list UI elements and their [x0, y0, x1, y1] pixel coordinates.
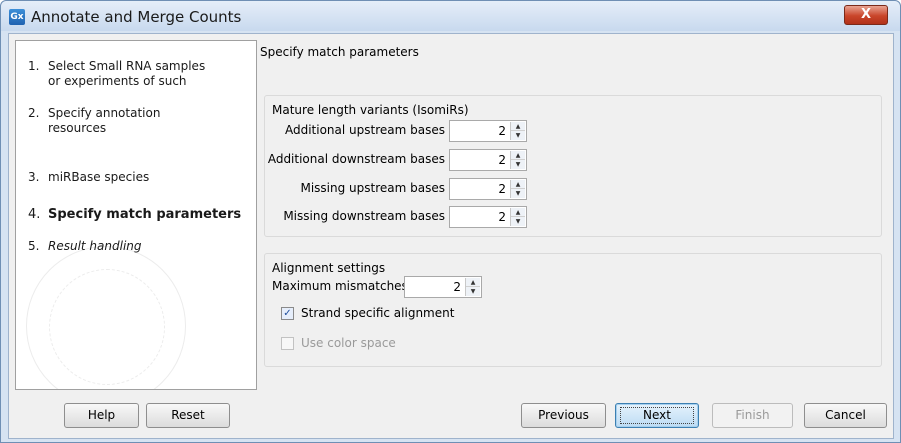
step-label: Result handling	[48, 239, 142, 253]
checkbox-label: Strand specific alignment	[301, 306, 455, 320]
finish-button[interactable]: Finish	[712, 403, 793, 428]
step-label: Specify annotation resources	[48, 106, 161, 135]
additional-upstream-row: Additional upstream bases	[265, 120, 445, 142]
spinner-value: 2	[453, 280, 461, 294]
title-bar[interactable]: Gx Annotate and Merge Counts X	[1, 1, 900, 31]
max-mismatches-row: Maximum mismatches	[272, 276, 408, 298]
field-label: Missing upstream bases	[300, 181, 445, 195]
window-title: Annotate and Merge Counts	[31, 8, 242, 26]
dialog-content: 1. Select Small RNA samples or experimen…	[8, 33, 894, 439]
close-button[interactable]: X	[844, 5, 888, 25]
missing-upstream-spinner[interactable]: 2 ▲ ▼	[449, 178, 527, 200]
strand-specific-option[interactable]: ✓ Strand specific alignment	[281, 305, 531, 323]
spinner-value: 2	[498, 210, 506, 224]
spinner-arrows: ▲ ▼	[465, 278, 480, 296]
missing-downstream-row: Missing downstream bases	[265, 206, 445, 228]
spinner-arrows: ▲ ▼	[510, 208, 525, 226]
spin-up-icon[interactable]: ▲	[511, 180, 525, 189]
group-title: Alignment settings	[272, 261, 386, 275]
page-title: Specify match parameters	[260, 45, 419, 59]
wizard-steps-panel: 1. Select Small RNA samples or experimen…	[15, 40, 257, 390]
step-label: miRBase species	[48, 170, 150, 184]
spin-down-icon[interactable]: ▼	[511, 160, 525, 169]
step-number: 2.	[28, 106, 40, 120]
max-mismatches-spinner[interactable]: 2 ▲ ▼	[404, 276, 482, 298]
spinner-value: 2	[498, 124, 506, 138]
spin-up-icon[interactable]: ▲	[511, 122, 525, 131]
next-button-label: Next	[643, 408, 671, 422]
previous-button[interactable]: Previous	[521, 403, 606, 428]
field-label: Additional upstream bases	[284, 123, 445, 137]
next-button[interactable]: Next	[615, 403, 699, 428]
spin-down-icon[interactable]: ▼	[511, 217, 525, 226]
step-label: Specify match parameters	[48, 207, 242, 222]
strand-specific-checkbox[interactable]: ✓	[281, 307, 294, 320]
missing-downstream-spinner[interactable]: 2 ▲ ▼	[449, 206, 527, 228]
watermark-graphic	[26, 246, 186, 389]
color-space-checkbox[interactable]	[281, 337, 294, 350]
spin-down-icon[interactable]: ▼	[511, 131, 525, 140]
spinner-arrows: ▲ ▼	[510, 180, 525, 198]
additional-downstream-row: Additional downstream bases	[265, 149, 445, 171]
additional-downstream-spinner[interactable]: 2 ▲ ▼	[449, 149, 527, 171]
checkbox-label: Use color space	[301, 336, 396, 350]
step-label: Select Small RNA samples or experiments …	[48, 59, 206, 88]
spinner-value: 2	[498, 153, 506, 167]
group-title: Mature length variants (IsomiRs)	[272, 103, 469, 117]
missing-upstream-row: Missing upstream bases	[265, 178, 445, 200]
reset-button[interactable]: Reset	[146, 403, 230, 428]
additional-upstream-spinner[interactable]: 2 ▲ ▼	[449, 120, 527, 142]
spinner-arrows: ▲ ▼	[510, 122, 525, 140]
parameters-panel: Specify match parameters Mature length v…	[260, 40, 890, 390]
spin-down-icon[interactable]: ▼	[466, 287, 480, 296]
dialog-window: Gx Annotate and Merge Counts X 1. Select…	[0, 0, 901, 443]
spin-up-icon[interactable]: ▲	[466, 278, 480, 287]
step-number: 3.	[28, 170, 40, 184]
color-space-option[interactable]: Use color space	[281, 335, 531, 353]
spin-up-icon[interactable]: ▲	[511, 151, 525, 160]
cancel-button[interactable]: Cancel	[804, 403, 887, 428]
spin-up-icon[interactable]: ▲	[511, 208, 525, 217]
mature-length-group: Mature length variants (IsomiRs) Additio…	[264, 95, 882, 237]
field-label: Maximum mismatches	[272, 279, 408, 293]
app-logo-icon: Gx	[9, 9, 25, 25]
spin-down-icon[interactable]: ▼	[511, 189, 525, 198]
spinner-value: 2	[498, 182, 506, 196]
spinner-arrows: ▲ ▼	[510, 151, 525, 169]
field-label: Additional downstream bases	[267, 152, 445, 166]
field-label: Missing downstream bases	[283, 209, 445, 223]
help-button[interactable]: Help	[64, 403, 139, 428]
step-number: 5.	[28, 239, 40, 253]
step-number: 4.	[28, 207, 41, 222]
step-number: 1.	[28, 59, 40, 73]
alignment-settings-group: Alignment settings Maximum mismatches 2 …	[264, 253, 882, 367]
